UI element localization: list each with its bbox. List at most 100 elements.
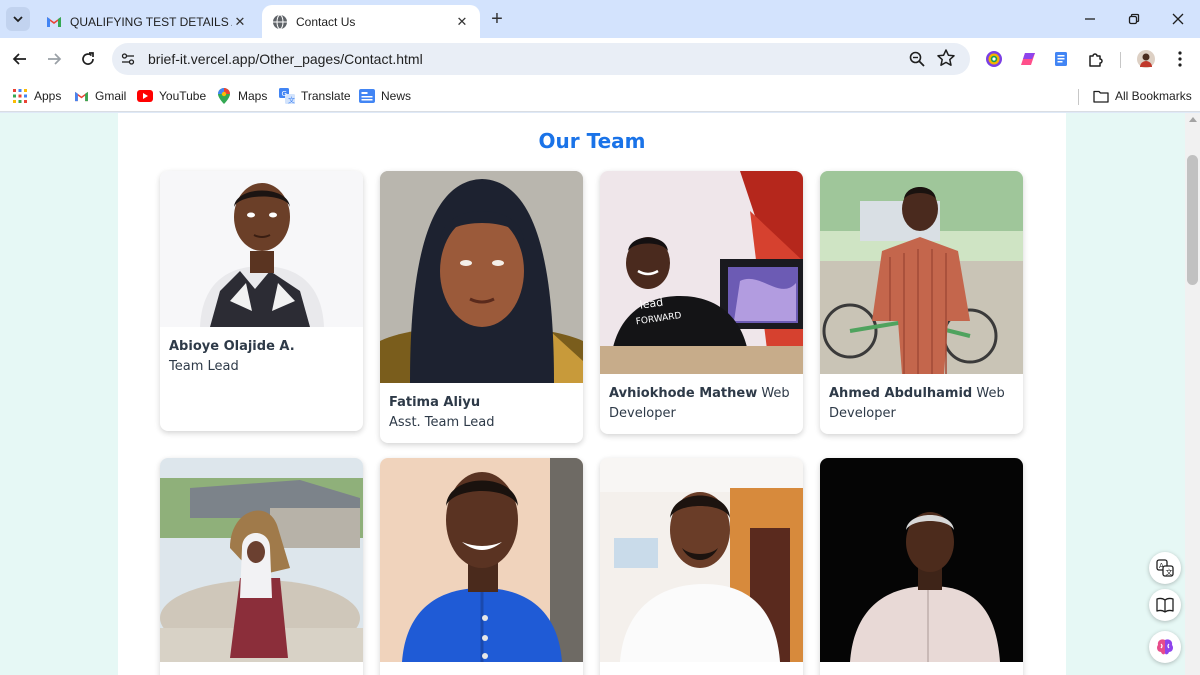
bookmark-gmail[interactable]: Gmail (73, 86, 126, 106)
window-controls (1068, 0, 1200, 38)
bookmark-translate[interactable]: G文 Translate (279, 86, 351, 106)
bookmark-label: Translate (301, 89, 351, 103)
news-icon (359, 88, 375, 104)
profile-avatar[interactable] (1136, 49, 1156, 69)
folder-icon (1093, 88, 1109, 104)
member-photo (380, 458, 583, 662)
bookmark-label: News (381, 89, 412, 103)
team-member-card: Abioye Olajide A. Team Lead (160, 171, 363, 431)
member-role: Team Lead (169, 359, 239, 374)
reading-mode-button[interactable] (1149, 589, 1181, 621)
arrow-left-icon (12, 53, 26, 65)
translate-page-button[interactable]: A文 (1149, 552, 1181, 584)
translate-icon: G文 (279, 88, 295, 104)
ai-assistant-button[interactable] (1149, 631, 1181, 663)
team-member-card: Fatima Aliyu Asst. Team Lead (380, 171, 583, 443)
scroll-up-arrow-icon[interactable] (1189, 117, 1197, 122)
globe-icon (272, 14, 288, 30)
site-settings-icon[interactable] (120, 51, 136, 67)
bookmark-apps[interactable]: Apps (12, 86, 61, 106)
docs-extension-icon[interactable] (1051, 49, 1071, 69)
bookmark-label: Gmail (95, 89, 127, 103)
team-member-card (160, 458, 363, 675)
restore-button[interactable] (1112, 0, 1156, 38)
member-name: Avhiokhode Mathew (609, 386, 758, 401)
back-button[interactable] (8, 47, 32, 71)
member-photo (380, 171, 583, 383)
member-info: Avhiokhode Mathew Web Developer (600, 374, 803, 434)
gmail-icon (73, 88, 89, 104)
close-icon (1172, 13, 1184, 25)
kebab-menu-icon[interactable] (1170, 49, 1190, 69)
bookmark-youtube[interactable]: YouTube (137, 86, 206, 106)
gmail-icon (46, 14, 62, 30)
close-icon[interactable]: ✕ (454, 14, 470, 30)
tab-contact-us[interactable]: Contact Us ✕ (262, 5, 480, 38)
svg-text:文: 文 (288, 96, 295, 105)
maps-icon (216, 88, 232, 104)
tab-title: QUALIFYING TEST DETAILS AND (70, 14, 232, 29)
new-tab-button[interactable]: + (486, 8, 508, 30)
bookmark-label: Apps (34, 89, 62, 103)
tab-strip: QUALIFYING TEST DETAILS AND ✕ Contact Us… (0, 0, 1200, 38)
member-photo (160, 171, 363, 327)
member-photo (160, 458, 363, 662)
bookmark-news[interactable]: News (359, 86, 411, 106)
tab-title: Contact Us (296, 14, 356, 29)
member-info: Fatima Aliyu Asst. Team Lead (380, 383, 583, 443)
tab-search-button[interactable] (6, 7, 30, 31)
minimize-button[interactable] (1068, 0, 1112, 38)
zoom-icon[interactable] (908, 50, 926, 68)
team-member-card: lead FORWARD Avhiokhode Mathew Web Devel… (600, 171, 803, 434)
youtube-icon (137, 88, 153, 104)
member-photo (820, 171, 1023, 374)
member-info: Abioye Olajide A. Team Lead (160, 327, 363, 387)
close-window-button[interactable] (1156, 0, 1200, 38)
arrow-right-icon (48, 53, 62, 65)
reload-icon (82, 52, 94, 65)
brain-icon (1157, 639, 1173, 655)
translate-icon: A文 (1156, 559, 1174, 577)
team-member-card (600, 458, 803, 675)
member-role: Asst. Team Lead (389, 415, 495, 430)
puzzle-icon[interactable] (1086, 49, 1106, 69)
toolbar-divider (1120, 52, 1121, 68)
restore-icon (1128, 13, 1140, 25)
all-bookmarks-label: All Bookmarks (1115, 89, 1192, 103)
reload-button[interactable] (76, 47, 100, 71)
svg-text:A: A (1159, 562, 1164, 570)
close-icon[interactable]: ✕ (232, 14, 248, 30)
member-photo (820, 458, 1023, 662)
browser-toolbar: brief-it.vercel.app/Other_pages/Contact.… (0, 38, 1200, 80)
card-spacer (160, 387, 363, 431)
member-name: Abioye Olajide A. (169, 339, 295, 354)
member-photo: lead FORWARD (600, 171, 803, 374)
chevron-down-icon (13, 16, 23, 23)
bookmark-star-icon[interactable] (936, 48, 956, 68)
bookmark-label: Maps (238, 89, 268, 103)
member-info: Ahmed Abdulhamid Web Developer (820, 374, 1023, 434)
bookmarks-bar: Apps Gmail YouTube Maps G文 Translate New… (0, 80, 1200, 112)
address-bar[interactable]: brief-it.vercel.app/Other_pages/Contact.… (112, 43, 970, 75)
section-title: Our Team (538, 129, 646, 153)
team-member-card: Ahmed Abdulhamid Web Developer (820, 171, 1023, 434)
bookmark-label: YouTube (159, 89, 207, 103)
minimize-icon (1085, 18, 1095, 20)
apps-grid-icon (12, 88, 28, 104)
pen-extension-icon[interactable] (1018, 49, 1038, 69)
page-scrollbar[interactable] (1185, 113, 1200, 675)
svg-text:G: G (282, 90, 287, 98)
scrollbar-thumb[interactable] (1187, 155, 1198, 285)
url-text[interactable]: brief-it.vercel.app/Other_pages/Contact.… (148, 51, 423, 67)
all-bookmarks-button[interactable]: All Bookmarks (1093, 86, 1192, 106)
color-extension-icon[interactable] (984, 49, 1004, 69)
bookmarks-divider (1078, 89, 1079, 105)
team-member-card (820, 458, 1023, 675)
bookmark-maps[interactable]: Maps (216, 86, 267, 106)
team-section: Our Team Abioye Olajide A. Team Lead Fat… (118, 113, 1066, 675)
svg-text:文: 文 (1166, 568, 1173, 577)
member-name: Fatima Aliyu (389, 395, 481, 410)
member-name: Ahmed Abdulhamid (829, 386, 973, 401)
forward-button[interactable] (42, 47, 66, 71)
tab-gmail[interactable]: QUALIFYING TEST DETAILS AND ✕ (36, 5, 258, 38)
